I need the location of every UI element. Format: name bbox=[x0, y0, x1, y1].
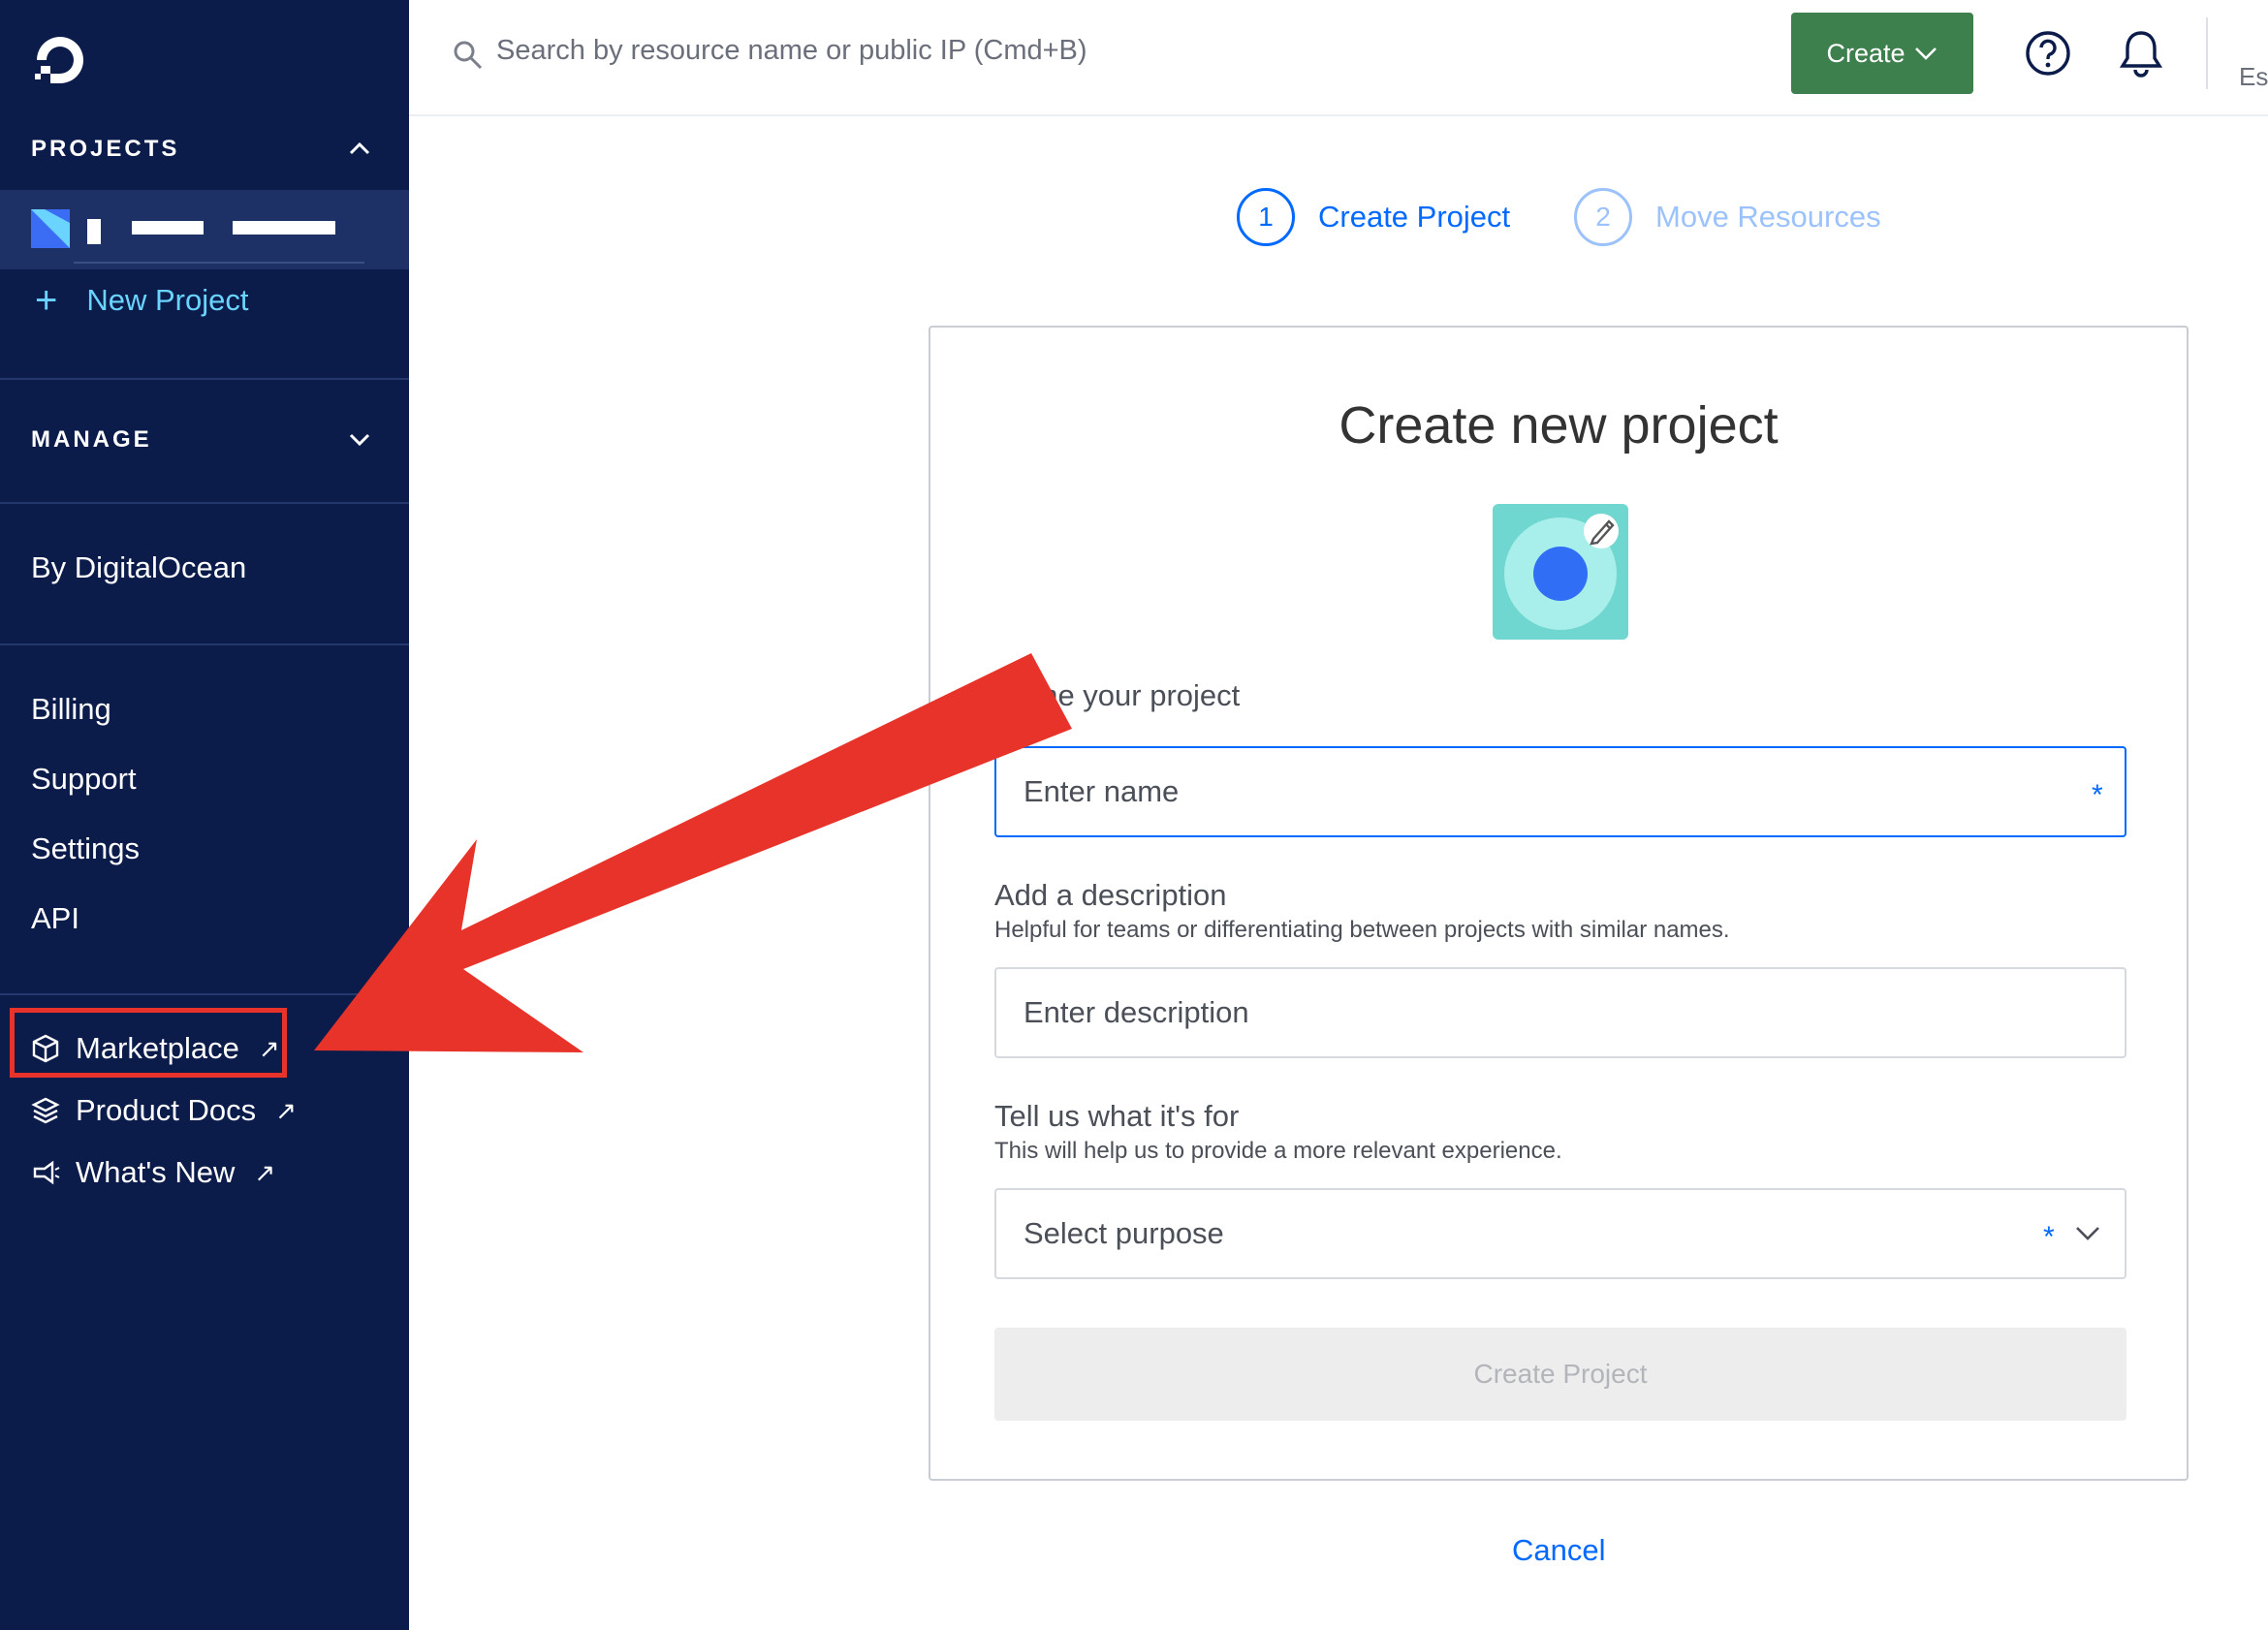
projects-heading[interactable]: PROJECTS bbox=[31, 136, 179, 163]
divider bbox=[0, 502, 409, 504]
project-avatar[interactable] bbox=[1493, 504, 1628, 640]
marketplace-highlight-box bbox=[10, 1008, 287, 1078]
pencil-icon[interactable] bbox=[1586, 514, 1619, 547]
page-title: Create new project bbox=[1339, 396, 1779, 455]
description-label: Add a description bbox=[994, 878, 1227, 912]
sidebar-item-settings[interactable]: Settings bbox=[31, 831, 140, 866]
divider bbox=[2206, 17, 2208, 89]
cancel-link[interactable]: Cancel bbox=[1512, 1533, 1606, 1568]
divider bbox=[0, 993, 409, 995]
purpose-select[interactable]: Select purpose bbox=[994, 1188, 2126, 1279]
create-button[interactable]: Create bbox=[1791, 13, 1973, 94]
description-help-text: Helpful for teams or differentiating bet… bbox=[994, 917, 1730, 943]
external-link-icon: ↗ bbox=[254, 1157, 276, 1187]
create-project-button[interactable]: Create Project bbox=[994, 1328, 2126, 1421]
product-docs-label: Product Docs bbox=[76, 1093, 257, 1127]
digitalocean-logo-icon[interactable] bbox=[29, 29, 91, 91]
chevron-down-icon[interactable] bbox=[2074, 1223, 2101, 1242]
new-project-link[interactable]: + New Project bbox=[35, 281, 248, 320]
create-project-card: Create new project Name your project Ent… bbox=[929, 326, 2189, 1481]
redacted-project-name bbox=[87, 219, 101, 244]
project-name-input[interactable]: Enter name bbox=[994, 746, 2126, 837]
manage-heading[interactable]: MANAGE bbox=[31, 426, 152, 454]
product-docs-link[interactable]: Product Docs ↗ bbox=[31, 1093, 297, 1128]
sidebar: PROJECTS + New Project MANAGE By Digital… bbox=[0, 0, 409, 1630]
project-description-input[interactable]: Enter description bbox=[994, 967, 2126, 1058]
whats-new-label: What's New bbox=[76, 1155, 236, 1189]
step-1-label: Create Project bbox=[1318, 200, 1511, 234]
external-link-icon: ↗ bbox=[275, 1095, 297, 1125]
redacted-project-name bbox=[132, 221, 204, 235]
whats-new-link[interactable]: What's New ↗ bbox=[31, 1155, 275, 1190]
chevron-down-icon[interactable] bbox=[347, 426, 372, 452]
name-label: Name your project bbox=[994, 678, 1241, 712]
search-input[interactable]: Search by resource name or public IP (Cm… bbox=[496, 35, 1087, 67]
megaphone-icon bbox=[33, 1160, 60, 1185]
step-2-label: Move Resources bbox=[1655, 200, 1881, 234]
top-bar: Search by resource name or public IP (Cm… bbox=[409, 0, 2268, 116]
new-project-label: New Project bbox=[86, 283, 249, 317]
divider bbox=[0, 378, 409, 380]
sidebar-item-api[interactable]: API bbox=[31, 901, 79, 936]
bell-icon[interactable] bbox=[2117, 27, 2165, 78]
chevron-down-icon bbox=[1914, 47, 1937, 60]
plus-icon: + bbox=[35, 279, 58, 322]
purpose-help-text: This will help us to provide a more rele… bbox=[994, 1138, 1562, 1164]
step-2-circle: 2 bbox=[1574, 188, 1632, 246]
purpose-label: Tell us what it's for bbox=[994, 1099, 1240, 1133]
project-icon bbox=[31, 209, 70, 248]
sidebar-project-item[interactable] bbox=[0, 190, 409, 269]
required-indicator: * bbox=[2092, 779, 2103, 811]
search-icon bbox=[454, 41, 483, 70]
divider bbox=[0, 643, 409, 645]
chevron-up-icon[interactable] bbox=[347, 136, 372, 161]
layers-icon bbox=[31, 1097, 60, 1124]
help-icon[interactable] bbox=[2024, 29, 2072, 78]
create-button-label: Create bbox=[1826, 38, 1906, 68]
step-1-circle: 1 bbox=[1237, 188, 1295, 246]
redacted-project-name bbox=[233, 221, 335, 235]
divider bbox=[74, 262, 364, 264]
sidebar-item-billing[interactable]: Billing bbox=[31, 692, 111, 727]
sidebar-item-support[interactable]: Support bbox=[31, 762, 137, 797]
sidebar-item-by-digitalocean[interactable]: By DigitalOcean bbox=[31, 550, 246, 585]
required-indicator: * bbox=[2043, 1221, 2055, 1253]
truncated-header-text: Es bbox=[2239, 62, 2268, 91]
